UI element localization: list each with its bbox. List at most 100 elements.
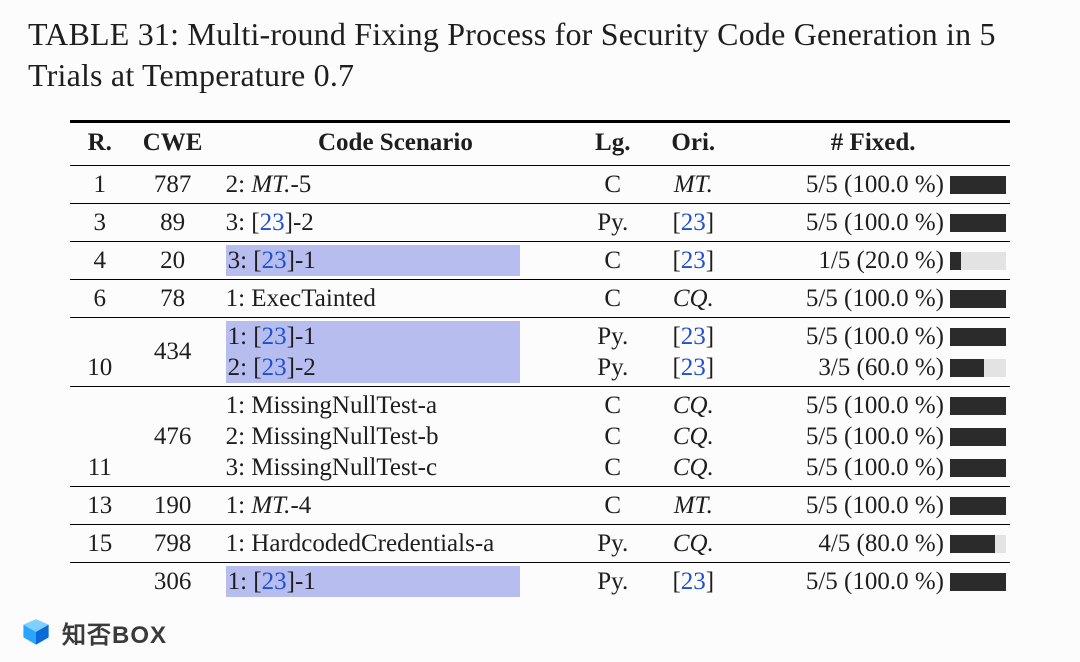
table-row: 17872: MT.-5CMT.5/5 (100.0 %): [70, 165, 1010, 203]
cell-lg: C: [575, 241, 650, 279]
progress-bar: [950, 535, 1006, 553]
cell-fix: 5/5 (100.0 %): [736, 486, 1010, 524]
progress-bar: [950, 359, 1006, 377]
cell-r: 10: [70, 317, 130, 386]
table-caption: TABLE 31: Multi-round Fixing Process for…: [28, 14, 1052, 96]
table-row: 114761: MissingNullTest-a2: MissingNullT…: [70, 386, 1010, 486]
watermark-logo-icon: [18, 614, 54, 650]
progress-bar: [950, 252, 1006, 270]
cell-lg: CCC: [575, 386, 650, 486]
cell-r: 1: [70, 165, 130, 203]
cite-ref[interactable]: 23: [681, 209, 706, 236]
header-ori: Ori.: [650, 121, 736, 165]
cell-lg: Py.: [575, 203, 650, 241]
cell-r: [70, 562, 130, 600]
header-fix: # Fixed.: [736, 121, 1010, 165]
cell-r: 6: [70, 279, 130, 317]
fix-count: 1/5 (20.0 %): [818, 247, 944, 274]
cell-scenario: 1: [23]-1: [216, 562, 576, 600]
fix-count: 5/5 (100.0 %): [806, 492, 944, 519]
cell-lg: C: [575, 165, 650, 203]
fix-count: 5/5 (100.0 %): [806, 423, 944, 450]
header-row: R. CWE Code Scenario Lg. Ori. # Fixed.: [70, 121, 1010, 165]
fix-count: 5/5 (100.0 %): [806, 323, 944, 350]
watermark: 知否BOX: [18, 614, 167, 650]
cell-lg: C: [575, 486, 650, 524]
cell-cwe: 787: [130, 165, 216, 203]
cell-r: 4: [70, 241, 130, 279]
cell-fix: 1/5 (20.0 %): [736, 241, 1010, 279]
header-lg: Lg.: [575, 121, 650, 165]
cell-cwe: 434: [130, 317, 216, 386]
results-table: R. CWE Code Scenario Lg. Ori. # Fixed. 1…: [70, 120, 1010, 600]
scenario-highlight: 1: [23]-1: [226, 566, 520, 597]
cell-scenario: 3: [23]-1: [216, 241, 576, 279]
cite-ref[interactable]: 23: [681, 323, 706, 350]
cell-ori: [23][23]: [650, 317, 736, 386]
fix-count: 3/5 (60.0 %): [818, 354, 944, 381]
cite-ref[interactable]: 23: [681, 354, 706, 381]
cite-ref[interactable]: 23: [262, 323, 287, 350]
progress-bar: [950, 176, 1006, 194]
cell-cwe: 89: [130, 203, 216, 241]
cell-ori: [23]: [650, 241, 736, 279]
cell-scenario: 1: [23]-12: [23]-2: [216, 317, 576, 386]
cell-ori: MT.: [650, 486, 736, 524]
progress-bar: [950, 214, 1006, 232]
cell-r: 11: [70, 386, 130, 486]
cell-fix: 5/5 (100.0 %): [736, 562, 1010, 600]
scenario-highlight: 1: [23]-1: [226, 321, 520, 352]
header-r: R.: [70, 121, 130, 165]
cell-ori: CQ.CQ.CQ.: [650, 386, 736, 486]
cell-lg: Py.: [575, 562, 650, 600]
header-scn: Code Scenario: [216, 121, 576, 165]
progress-bar: [950, 328, 1006, 346]
fix-count: 4/5 (80.0 %): [818, 530, 944, 557]
cell-cwe: 190: [130, 486, 216, 524]
cell-fix: 5/5 (100.0 %): [736, 279, 1010, 317]
cell-scenario: 2: MT.-5: [216, 165, 576, 203]
table-wrapper: R. CWE Code Scenario Lg. Ori. # Fixed. 1…: [70, 120, 1010, 600]
cell-lg: C: [575, 279, 650, 317]
table-row: 131901: MT.-4CMT.5/5 (100.0 %): [70, 486, 1010, 524]
scenario-highlight: 2: [23]-2: [226, 352, 520, 383]
cell-cwe: 20: [130, 241, 216, 279]
cell-fix: 5/5 (100.0 %) 3/5 (60.0 %): [736, 317, 1010, 386]
cite-ref[interactable]: 23: [262, 247, 287, 274]
cell-cwe: 78: [130, 279, 216, 317]
cell-scenario: 1: MT.-4: [216, 486, 576, 524]
header-cwe: CWE: [130, 121, 216, 165]
table-row: 3061: [23]-1Py.[23]5/5 (100.0 %): [70, 562, 1010, 600]
cite-ref[interactable]: 23: [262, 568, 287, 595]
table-row: 4203: [23]-1C[23] 1/5 (20.0 %): [70, 241, 1010, 279]
cell-fix: 4/5 (80.0 %): [736, 524, 1010, 562]
table-row: 6781: ExecTaintedCCQ.5/5 (100.0 %): [70, 279, 1010, 317]
progress-bar: [950, 459, 1006, 477]
table-row: 157981: HardcodedCredentials-aPy.CQ.4/5 …: [70, 524, 1010, 562]
fix-count: 5/5 (100.0 %): [806, 285, 944, 312]
progress-bar: [950, 497, 1006, 515]
fix-count: 5/5 (100.0 %): [806, 171, 944, 198]
cell-cwe: 798: [130, 524, 216, 562]
fix-count: 5/5 (100.0 %): [806, 392, 944, 419]
progress-bar: [950, 573, 1006, 591]
table-row: 3893: [23]-2Py.[23]5/5 (100.0 %): [70, 203, 1010, 241]
fix-count: 5/5 (100.0 %): [806, 454, 944, 481]
cell-ori: CQ.: [650, 279, 736, 317]
cell-r: 15: [70, 524, 130, 562]
cell-fix: 5/5 (100.0 %): [736, 203, 1010, 241]
cell-scenario: 3: [23]-2: [216, 203, 576, 241]
cell-r: 3: [70, 203, 130, 241]
watermark-text: 知否BOX: [62, 615, 167, 650]
cell-ori: CQ.: [650, 524, 736, 562]
table-row: 104341: [23]-12: [23]-2Py.Py.[23][23]5/5…: [70, 317, 1010, 386]
progress-bar: [950, 428, 1006, 446]
cell-scenario: 1: HardcodedCredentials-a: [216, 524, 576, 562]
cite-ref[interactable]: 23: [260, 209, 285, 236]
cite-ref[interactable]: 23: [681, 568, 706, 595]
fix-count: 5/5 (100.0 %): [806, 209, 944, 236]
cite-ref[interactable]: 23: [262, 354, 287, 381]
fix-count: 5/5 (100.0 %): [806, 568, 944, 595]
cell-lg: Py.Py.: [575, 317, 650, 386]
cite-ref[interactable]: 23: [681, 247, 706, 274]
